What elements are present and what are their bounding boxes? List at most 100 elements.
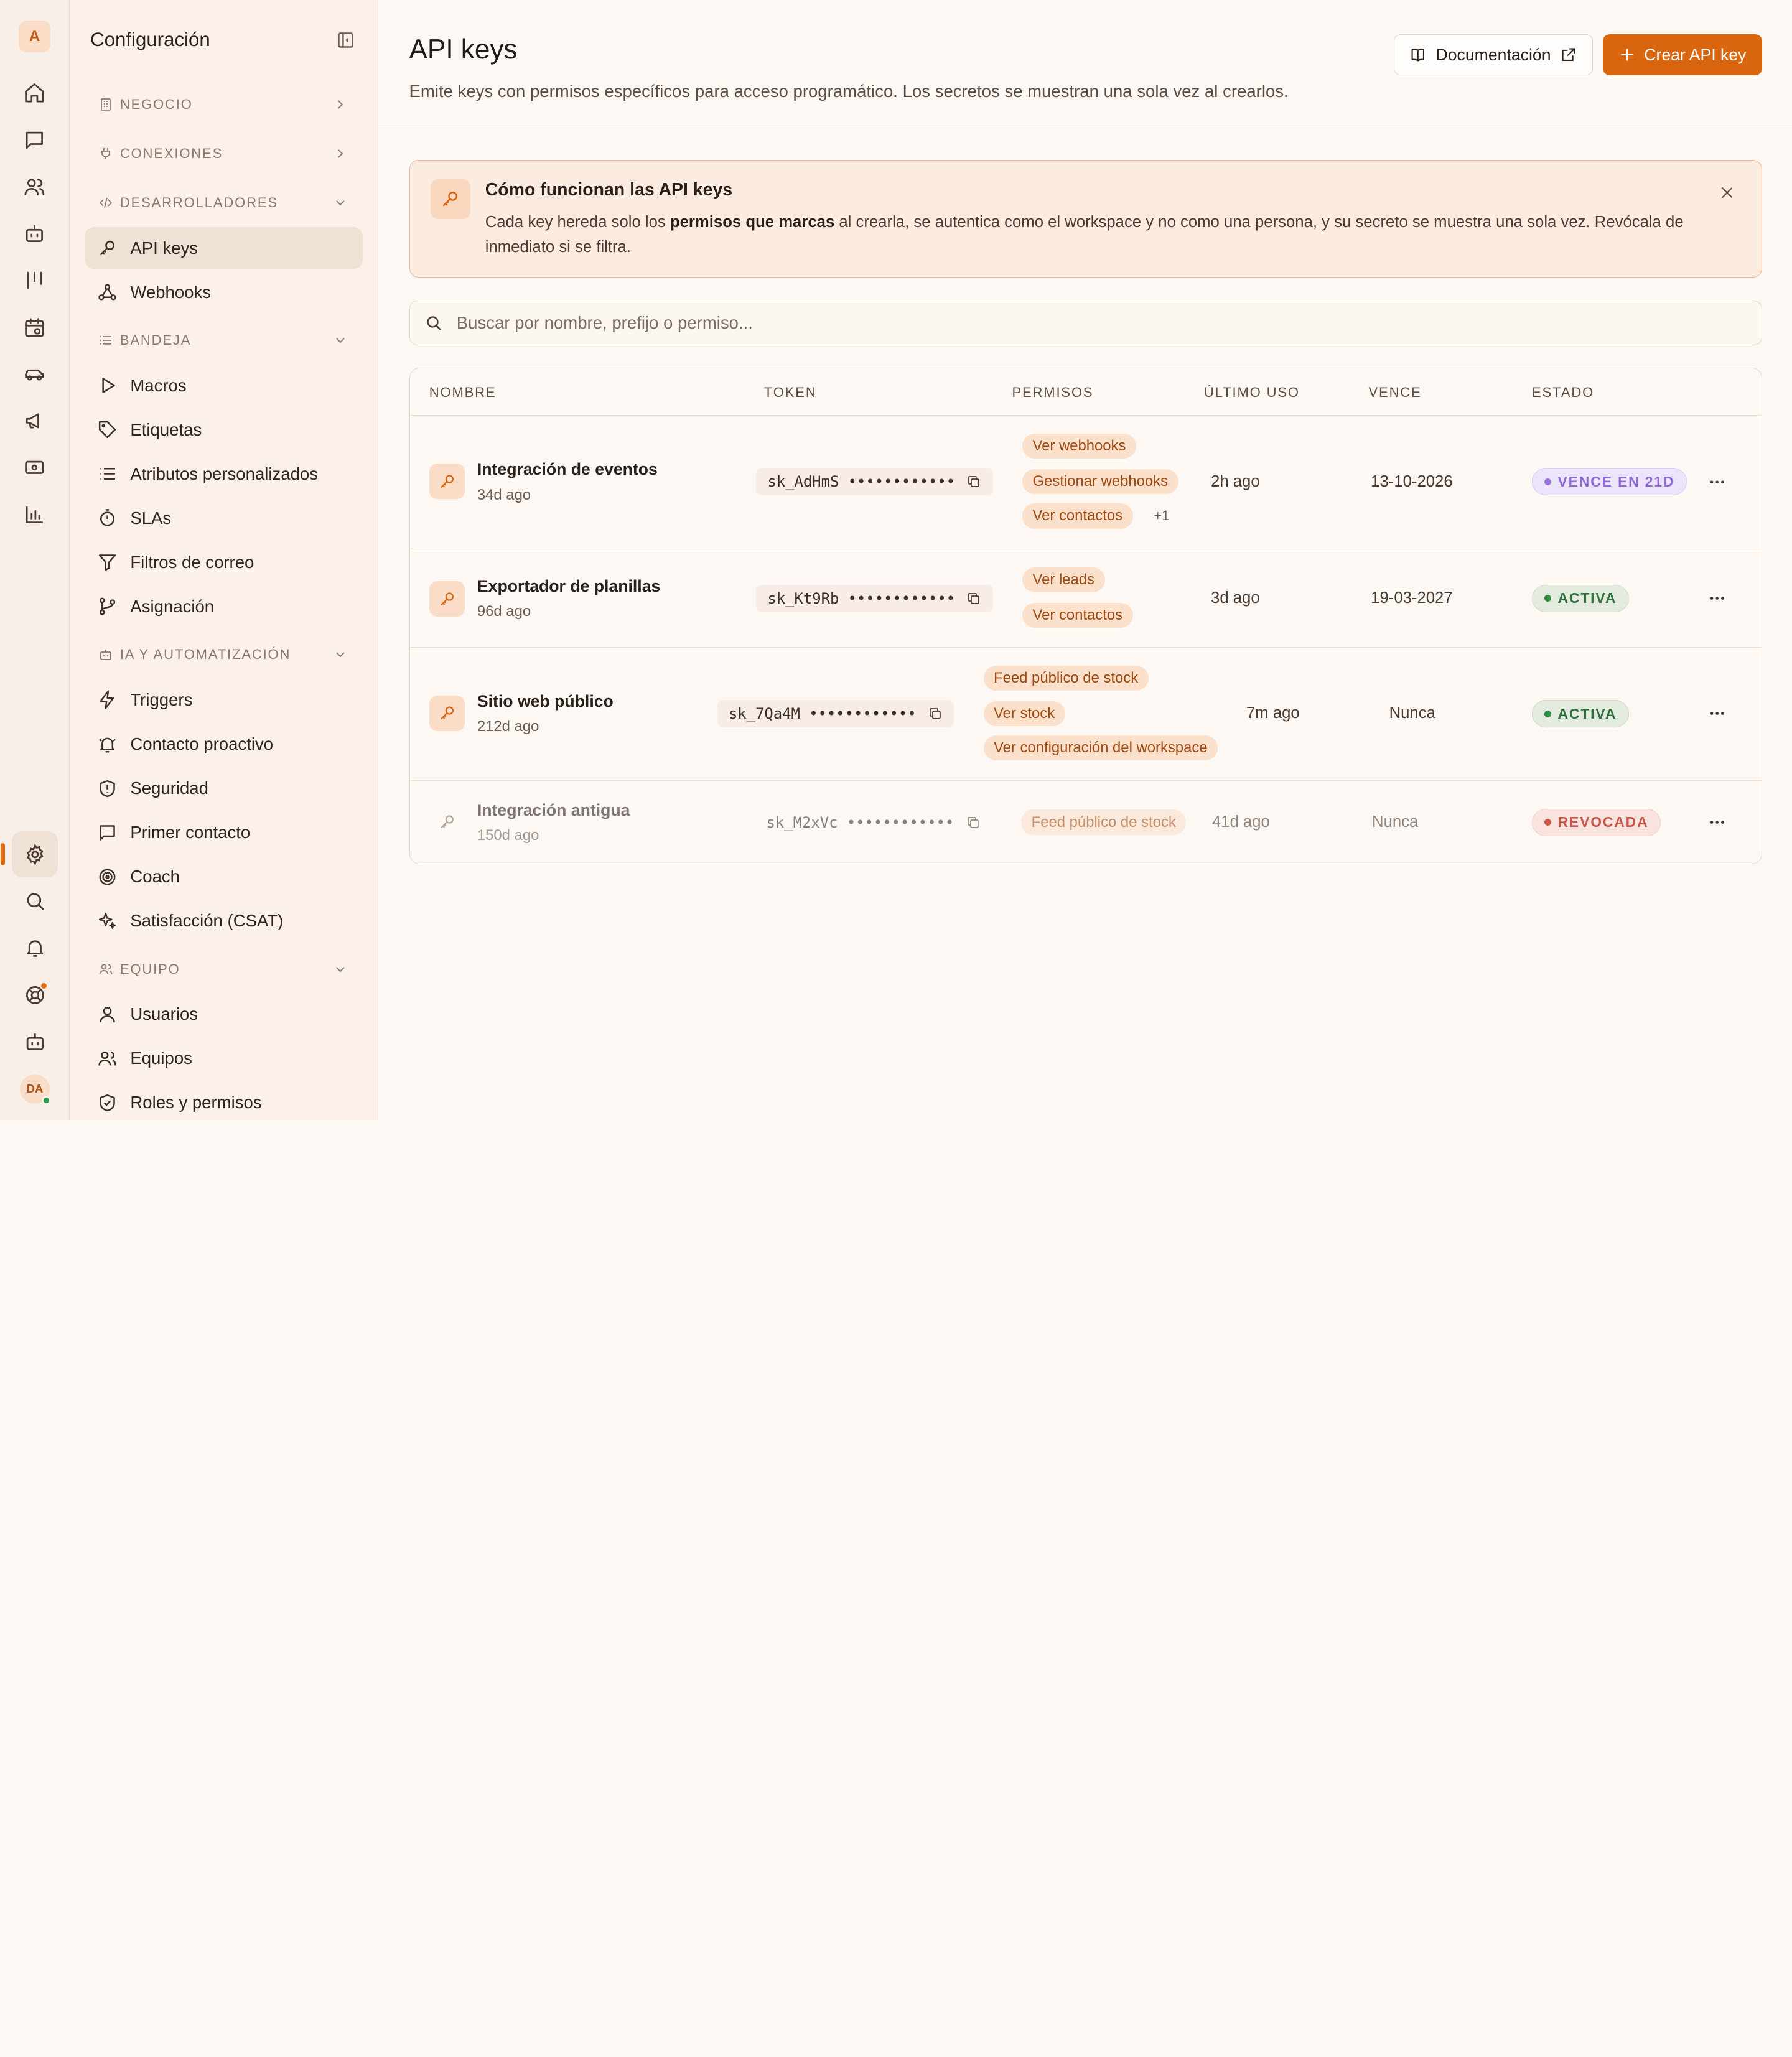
api-keys-table: NOMBRE TOKEN PERMISOS ÚLTIMO USO VENCE E… xyxy=(409,368,1763,864)
copy-icon[interactable] xyxy=(928,706,943,721)
table-row[interactable]: Exportador de planillas 96d ago sk_Kt9Rb… xyxy=(409,549,1762,648)
sidebar-item-filtros[interactable]: Filtros de correo xyxy=(85,542,363,583)
sidebar-item-macros[interactable]: Macros xyxy=(85,365,363,406)
section-conexiones[interactable]: CONEXIONES xyxy=(85,129,363,179)
column-header-nombre[interactable]: NOMBRE xyxy=(429,385,497,401)
sidebar-item-label: Usuarios xyxy=(130,1004,198,1024)
billing-icon[interactable] xyxy=(12,445,57,490)
calendar-icon[interactable] xyxy=(12,304,57,350)
table-row[interactable]: Sitio web público 212d ago sk_7Qa4M ••••… xyxy=(409,648,1762,781)
search-icon[interactable] xyxy=(12,879,57,924)
user-avatar[interactable]: DA xyxy=(20,1074,51,1106)
key-name: Integración antigua xyxy=(477,800,630,819)
key-icon xyxy=(100,240,115,256)
pipeline-icon[interactable] xyxy=(12,258,57,303)
permission-chip: Feed público de stock xyxy=(1021,809,1187,835)
key-age: 150d ago xyxy=(477,826,539,844)
section-desarrolladores[interactable]: DESARROLLADORES xyxy=(85,179,363,228)
online-indicator xyxy=(42,1096,51,1106)
key-name: Sitio web público xyxy=(477,692,614,711)
column-header-token[interactable]: TOKEN xyxy=(764,385,817,401)
page-subtitle: Emite keys con permisos específicos para… xyxy=(409,81,1289,101)
close-icon[interactable] xyxy=(1718,184,1736,202)
collapse-sidebar-icon[interactable] xyxy=(334,29,357,52)
assistant-icon[interactable] xyxy=(12,1019,57,1064)
sidebar-item-seguridad[interactable]: Seguridad xyxy=(85,768,363,809)
section-label: NEGOCIO xyxy=(119,96,193,113)
help-icon[interactable] xyxy=(12,972,57,1017)
chevron-down-icon xyxy=(336,652,345,658)
more-options-icon[interactable] xyxy=(1708,813,1726,831)
column-header-permisos[interactable]: PERMISOS xyxy=(1012,385,1093,401)
create-api-key-button[interactable]: Crear API key xyxy=(1603,34,1763,76)
home-icon[interactable] xyxy=(12,70,57,116)
building-icon xyxy=(101,98,111,111)
status-label: ACTIVA xyxy=(1557,590,1617,607)
permission-chip: Ver stock xyxy=(983,701,1065,727)
sidebar-item-api-keys[interactable]: API keys xyxy=(84,227,363,269)
sidebar-item-primer-contacto[interactable]: Primer contacto xyxy=(85,812,363,853)
settings-icon[interactable] xyxy=(0,831,58,877)
status-dot xyxy=(1544,710,1551,717)
book-icon xyxy=(1411,49,1425,62)
more-permissions-count[interactable]: +1 xyxy=(1154,503,1169,528)
sidebar-item-roles[interactable]: Roles y permisos xyxy=(85,1082,363,1120)
inbox-chat-icon[interactable] xyxy=(12,117,57,162)
section-equipo[interactable]: EQUIPO xyxy=(85,945,363,994)
sidebar-item-label: Triggers xyxy=(130,689,193,709)
sidebar-item-atributos[interactable]: Atributos personalizados xyxy=(85,454,363,495)
sidebar-item-coach[interactable]: Coach xyxy=(85,856,363,897)
section-bandeja[interactable]: BANDEJA xyxy=(85,316,363,365)
token-value: sk_AdHmS •••••••••••• xyxy=(767,473,956,491)
info-text-part: Cada key hereda solo los xyxy=(485,213,670,231)
sidebar-item-usuarios[interactable]: Usuarios xyxy=(85,994,363,1035)
more-options-icon[interactable] xyxy=(1708,704,1726,722)
sidebar-item-equipos[interactable]: Equipos xyxy=(85,1038,363,1079)
copy-icon[interactable] xyxy=(966,591,981,606)
documentation-button[interactable]: Documentación xyxy=(1394,34,1593,76)
bell-icon[interactable] xyxy=(12,925,57,971)
key-icon xyxy=(429,463,465,499)
sidebar-item-webhooks[interactable]: Webhooks xyxy=(85,272,363,313)
workspace-switcher[interactable]: A xyxy=(18,21,51,53)
more-options-icon[interactable] xyxy=(1708,473,1726,491)
expires: Nunca xyxy=(1372,813,1419,831)
permission-chip: Ver contactos xyxy=(1022,503,1133,529)
sidebar-item-label: Coach xyxy=(130,867,180,887)
status-badge: VENCE EN 21D xyxy=(1532,468,1687,496)
sidebar-item-asignacion[interactable]: Asignación xyxy=(85,586,363,627)
key-age: 34d ago xyxy=(477,486,531,503)
sidebar-item-csat[interactable]: Satisfacción (CSAT) xyxy=(85,900,363,941)
megaphone-icon[interactable] xyxy=(12,398,57,444)
key-name: Integración de eventos xyxy=(477,460,658,479)
column-header-ultimo-uso[interactable]: ÚLTIMO USO xyxy=(1204,385,1300,401)
table-header: NOMBRE TOKEN PERMISOS ÚLTIMO USO VENCE E… xyxy=(409,368,1762,416)
reports-icon[interactable] xyxy=(12,492,57,537)
sidebar-item-triggers[interactable]: Triggers xyxy=(85,679,363,721)
sidebar-header: Configuración xyxy=(85,0,363,80)
column-header-vence[interactable]: VENCE xyxy=(1369,385,1422,401)
more-options-icon[interactable] xyxy=(1708,589,1726,607)
sidebar-item-label: Seguridad xyxy=(130,778,208,798)
contacts-icon[interactable] xyxy=(12,164,57,209)
permission-chip: Ver configuración del workspace xyxy=(983,735,1218,761)
section-label: IA Y AUTOMATIZACIÓN xyxy=(119,646,291,663)
car-icon[interactable] xyxy=(12,352,57,397)
section-negocio[interactable]: NEGOCIO xyxy=(85,80,363,129)
message-icon xyxy=(100,824,115,841)
bell-ring-icon xyxy=(99,737,116,752)
column-header-estado[interactable]: ESTADO xyxy=(1532,385,1594,401)
sidebar-item-slas[interactable]: SLAs xyxy=(85,498,363,539)
table-row[interactable]: Integración antigua 150d ago sk_M2xVc ••… xyxy=(410,781,1762,863)
copy-icon[interactable] xyxy=(966,474,981,489)
copy-icon[interactable] xyxy=(966,815,981,830)
search-input[interactable] xyxy=(456,312,1714,333)
last-used: 3d ago xyxy=(1211,589,1260,607)
section-ia[interactable]: IA Y AUTOMATIZACIÓN xyxy=(85,630,363,679)
sidebar-item-contacto-proactivo[interactable]: Contacto proactivo xyxy=(85,724,363,765)
sidebar-item-label: Etiquetas xyxy=(130,419,202,439)
bot-icon[interactable] xyxy=(12,211,57,256)
table-row[interactable]: Integración de eventos 34d ago sk_AdHmS … xyxy=(409,416,1762,549)
sidebar-item-etiquetas[interactable]: Etiquetas xyxy=(85,409,363,450)
icon-rail: A DA xyxy=(0,0,70,1120)
